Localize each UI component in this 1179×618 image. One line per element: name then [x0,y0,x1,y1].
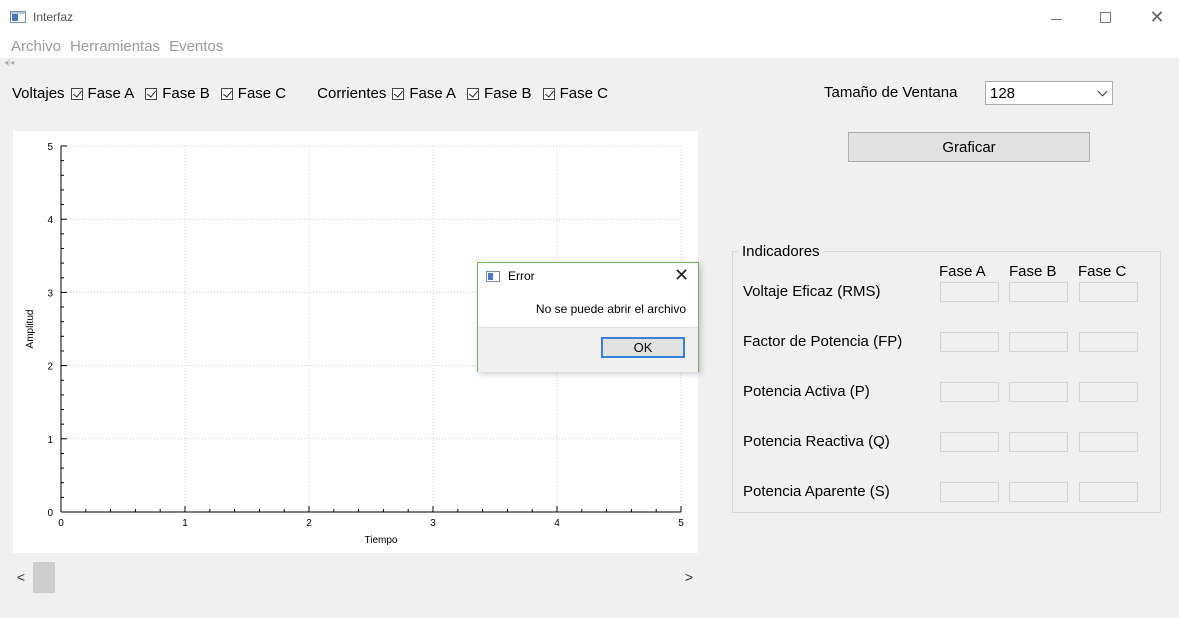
checkbox-label: Fase A [409,85,457,102]
x-tick-label: 4 [554,518,560,529]
menu-bar: Archivo Herramientas Eventos [0,34,1179,58]
fp-fase-b-field [1009,332,1068,352]
phase-header-a: Fase A [939,263,986,280]
s-fase-c-field [1079,482,1138,502]
close-icon[interactable]: ✕ [674,265,689,286]
y-tick-label: 3 [47,288,53,299]
s-label: Potencia Aparente (S) [743,483,890,500]
scroll-left-icon[interactable]: < [13,569,29,585]
graficar-button[interactable]: Graficar [848,132,1090,162]
checkbox-checked-icon [392,87,405,100]
menu-eventos[interactable]: Eventos [169,38,223,55]
chevron-down-icon [1097,86,1108,97]
s-fase-b-field [1009,482,1068,502]
minimize-button[interactable] [1036,4,1076,30]
close-icon: ✕ [1149,6,1165,27]
splitter-handle[interactable]: ◂|◂ [4,58,14,67]
p-fase-c-field [1079,382,1138,402]
rms-fase-b-field [1009,282,1068,302]
window-size-value: 128 [990,84,1016,102]
x-tick-label: 0 [58,518,64,529]
scroll-right-icon[interactable]: > [681,569,697,585]
y-axis-label: Amplitud [25,310,36,349]
q-fase-b-field [1009,432,1068,452]
window-size-label: Tamaño de Ventana [824,84,958,101]
voltaje-fase-b-checkbox[interactable]: Fase B [145,85,210,102]
phase-header-b: Fase B [1009,263,1057,280]
dialog-footer: OK [478,327,698,372]
checkbox-label: Fase C [559,85,608,102]
checkbox-label: Fase B [484,85,532,102]
s-fase-a-field [940,482,999,502]
corrientes-label: Corrientes [317,85,387,102]
checkbox-label: Fase A [87,85,135,102]
y-tick-label: 0 [47,508,53,519]
dialog-title: Error [508,269,535,283]
horizontal-scrollbar[interactable]: < > [13,562,698,594]
close-button[interactable]: ✕ [1137,4,1177,30]
rms-fase-a-field [940,282,999,302]
fp-fase-a-field [940,332,999,352]
maximize-icon [1099,11,1111,23]
x-tick-label: 2 [306,518,312,529]
corriente-fase-a-checkbox[interactable]: Fase A [392,85,456,102]
phase-header-c: Fase C [1078,263,1127,280]
x-tick-label: 5 [678,518,684,529]
y-tick-label: 4 [47,215,53,226]
corriente-fase-b-checkbox[interactable]: Fase B [467,85,532,102]
x-tick-label: 3 [430,518,436,529]
fp-label: Factor de Potencia (FP) [743,333,903,350]
q-fase-c-field [1079,432,1138,452]
menu-archivo[interactable]: Archivo [11,38,61,55]
window-title: Interfaz [33,10,74,24]
app-icon [10,11,26,23]
indicadores-title: Indicadores [738,243,824,260]
title-bar: Interfaz ✕ [0,0,1179,34]
rms-fase-c-field [1079,282,1138,302]
checkbox-checked-icon [467,87,480,100]
error-dialog: Error ✕ No se puede abrir el archivo OK [477,262,699,372]
menu-herramientas[interactable]: Herramientas [70,38,160,55]
checkbox-checked-icon [220,87,233,100]
voltajes-label: Voltajes [12,85,65,102]
y-tick-label: 1 [47,435,53,446]
p-fase-a-field [940,382,999,402]
corriente-fase-c-checkbox[interactable]: Fase C [542,85,608,102]
checkbox-checked-icon [70,87,83,100]
p-fase-b-field [1009,382,1068,402]
ok-button[interactable]: OK [601,337,685,358]
signal-selector: Voltajes Fase A Fase B Fase C Corrientes… [12,85,619,102]
fp-fase-c-field [1079,332,1138,352]
q-label: Potencia Reactiva (Q) [743,433,890,450]
x-tick-label: 1 [182,518,188,529]
y-tick-label: 5 [47,142,53,153]
q-fase-a-field [940,432,999,452]
dialog-message: No se puede abrir el archivo [535,302,686,316]
checkbox-label: Fase B [162,85,210,102]
voltaje-fase-a-checkbox[interactable]: Fase A [70,85,135,102]
x-axis-label: Tiempo [365,535,398,546]
y-tick-label: 2 [47,362,53,373]
minimize-icon [1050,18,1062,20]
rms-label: Voltaje Eficaz (RMS) [743,283,881,300]
maximize-button[interactable] [1085,4,1125,30]
checkbox-label: Fase C [237,85,287,102]
window-size-select[interactable]: 128 [985,81,1113,105]
scroll-thumb[interactable] [33,562,55,593]
voltaje-fase-c-checkbox[interactable]: Fase C [220,85,287,102]
checkbox-checked-icon [145,87,158,100]
app-icon [486,271,500,282]
p-label: Potencia Activa (P) [743,383,870,400]
checkbox-checked-icon [542,87,555,100]
